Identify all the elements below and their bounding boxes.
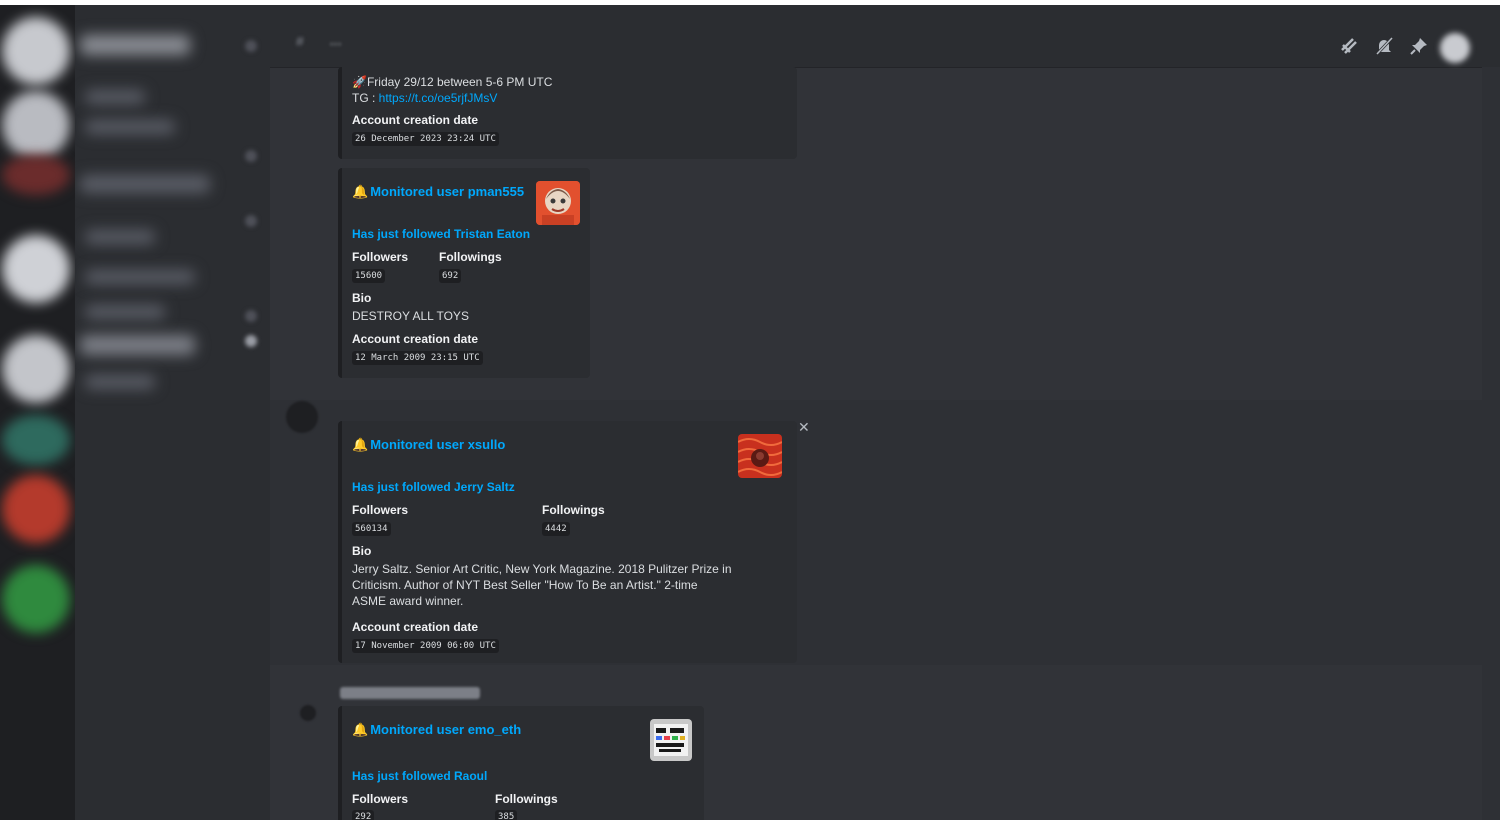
embed-card: 🔔 Monitored user xsullo Has just followed… xyxy=(338,421,797,663)
author-avatar[interactable] xyxy=(300,705,316,721)
unread-dot xyxy=(245,310,257,322)
followers-value: 292 xyxy=(352,810,375,820)
threads-icon[interactable] xyxy=(1338,35,1360,57)
channel-item[interactable] xyxy=(85,305,165,319)
member-list-avatar[interactable] xyxy=(1440,33,1470,63)
unread-dot xyxy=(245,40,257,52)
mute-bell-icon[interactable] xyxy=(1373,35,1395,57)
server-icon[interactable] xyxy=(2,91,70,159)
channel-item[interactable] xyxy=(85,375,155,389)
channel-item[interactable] xyxy=(85,230,155,244)
scrollbar[interactable] xyxy=(1482,67,1500,820)
user-thumbnail[interactable] xyxy=(650,719,692,761)
bio-label: Bio xyxy=(352,291,372,305)
channel-item[interactable] xyxy=(80,175,210,193)
chat-area: # ... 🚀Friday 29/12 between 5-6 PM UTC T… xyxy=(270,5,1500,820)
creation-date-value: 26 December 2023 23:24 UTC xyxy=(352,132,499,146)
bell-icon: 🔔 xyxy=(352,184,369,199)
unread-dot xyxy=(245,215,257,227)
server-rail xyxy=(0,5,75,820)
creation-date-value: 17 November 2009 06:00 UTC xyxy=(352,639,499,653)
followings-value: 4442 xyxy=(542,522,570,536)
follow-action[interactable]: Has just followed Raoul xyxy=(352,769,487,783)
followings-value: 692 xyxy=(439,269,462,283)
follow-action[interactable]: Has just followed Jerry Saltz xyxy=(352,480,515,494)
server-icon[interactable] xyxy=(2,335,70,403)
followers-label: Followers xyxy=(352,250,409,264)
close-icon[interactable]: ✕ xyxy=(798,419,810,436)
user-thumbnail[interactable] xyxy=(536,181,580,225)
server-icon[interactable] xyxy=(2,415,70,465)
embed-title[interactable]: 🔔 Monitored user xsullo xyxy=(352,437,505,453)
creation-date-value: 12 March 2009 23:15 UTC xyxy=(352,351,483,365)
creation-date-label: Account creation date xyxy=(352,113,479,127)
rocket-icon: 🚀 xyxy=(352,75,367,89)
bio-text: DESTROY ALL TOYS xyxy=(352,309,469,323)
channel-list xyxy=(75,5,270,820)
unread-dot xyxy=(245,150,257,162)
channel-header: # ... xyxy=(270,5,1500,68)
embed-card: 🔔 Monitored user emo_eth Has just followe… xyxy=(338,706,704,820)
user-thumbnail[interactable] xyxy=(738,434,782,478)
bell-icon: 🔔 xyxy=(352,437,369,452)
followings-label: Followings xyxy=(542,503,605,517)
followers-label: Followers xyxy=(352,792,409,806)
channel-hash-icon: # xyxy=(296,33,304,49)
followings-value: 385 xyxy=(495,810,518,820)
channel-item[interactable] xyxy=(85,270,195,284)
author-avatar[interactable] xyxy=(286,401,318,433)
followers-value: 15600 xyxy=(352,269,386,283)
bio-label: Bio xyxy=(352,544,372,558)
embed-title[interactable]: 🔔 Monitored user pman555 xyxy=(352,184,524,200)
bio-text: Jerry Saltz. Senior Art Critic, New York… xyxy=(352,562,732,608)
server-name xyxy=(80,35,190,55)
followings-label: Followings xyxy=(495,792,558,806)
server-icon[interactable] xyxy=(2,565,70,633)
creation-date-label: Account creation date xyxy=(352,332,479,346)
unread-dot xyxy=(245,335,257,347)
followers-label: Followers xyxy=(352,503,409,517)
server-icon[interactable] xyxy=(2,475,70,543)
followings-label: Followings xyxy=(439,250,502,264)
server-icon[interactable] xyxy=(2,155,70,195)
embed-title[interactable]: 🔔 Monitored user emo_eth xyxy=(352,722,521,738)
channel-item[interactable] xyxy=(85,120,175,134)
bell-icon: 🔔 xyxy=(352,722,369,737)
pin-icon[interactable] xyxy=(1408,35,1430,57)
author-username[interactable] xyxy=(340,687,480,699)
followers-value: 560134 xyxy=(352,522,391,536)
server-icon[interactable] xyxy=(2,235,70,303)
channel-item-selected[interactable] xyxy=(80,335,195,355)
channel-name: ... xyxy=(330,36,343,48)
server-icon[interactable] xyxy=(2,17,70,85)
telegram-link[interactable]: https://t.co/oe5rjfJMsV xyxy=(379,91,498,105)
announcement-line: 🚀Friday 29/12 between 5-6 PM UTC xyxy=(352,75,553,89)
embed-card: 🚀Friday 29/12 between 5-6 PM UTC TG : ht… xyxy=(338,67,797,159)
embed-card: 🔔 Monitored user pman555 Has just followe… xyxy=(338,168,590,378)
creation-date-label: Account creation date xyxy=(352,620,479,634)
follow-action[interactable]: Has just followed Tristan Eaton xyxy=(352,227,530,241)
telegram-line: TG : https://t.co/oe5rjfJMsV xyxy=(352,91,498,105)
channel-item[interactable] xyxy=(85,90,145,104)
